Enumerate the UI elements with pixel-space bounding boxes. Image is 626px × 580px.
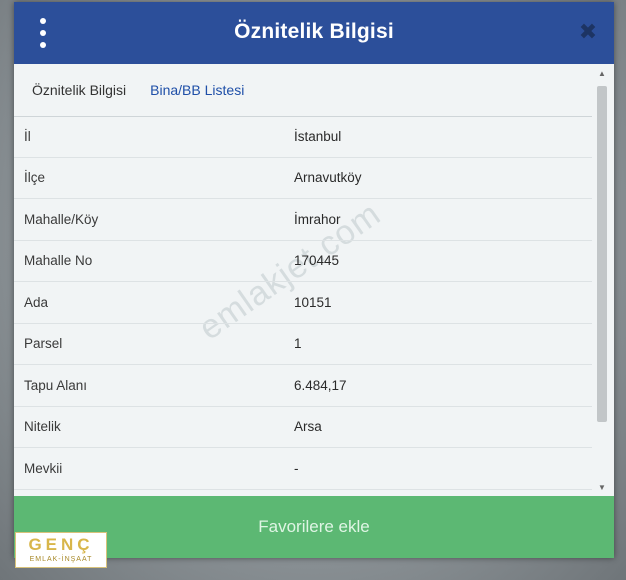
row-label: İlçe: [24, 170, 46, 186]
row-label: Mevkii: [24, 460, 63, 476]
table-row: İlçe Arnavutköy: [14, 158, 592, 199]
table-row: Ada 10151: [14, 282, 592, 324]
row-value: İstanbul: [294, 128, 342, 144]
row-value: Arsa: [294, 419, 322, 435]
scrollbar[interactable]: ▲ ▼: [594, 68, 610, 494]
row-value: -: [294, 460, 299, 476]
logo-sub-text: EMLAK-İNŞAAT: [29, 556, 93, 563]
row-label: Tapu Alanı: [24, 377, 88, 393]
attribute-table: İl İstanbul İlçe Arnavutköy Mahalle/Köy …: [14, 116, 592, 496]
logo-main-text: GENÇ: [28, 535, 94, 554]
table-row: Parsel 1: [14, 324, 592, 365]
row-value: 1: [294, 336, 302, 352]
row-label: Ada: [24, 294, 49, 310]
close-icon[interactable]: ✖: [576, 20, 600, 44]
scroll-down-arrow-icon[interactable]: ▼: [596, 482, 608, 494]
table-row: İl İstanbul: [14, 116, 592, 158]
row-value: 170445: [294, 253, 340, 269]
table-row: Mahalle/Köy İmrahor: [14, 199, 592, 241]
row-value: 6.484,17: [294, 377, 347, 393]
table-row: Tapu Alanı 6.484,17: [14, 365, 592, 407]
tab-bar: Öznitelik Bilgisi Bina/BB Listesi: [14, 64, 592, 117]
table-row: Nitelik Arsa: [14, 407, 592, 448]
table-row: Mevkii -: [14, 448, 592, 490]
row-value: Arnavutköy: [294, 170, 362, 186]
row-label: Nitelik: [24, 419, 61, 435]
tab-building-list[interactable]: Bina/BB Listesi: [138, 64, 256, 116]
company-logo: GENÇ EMLAK-İNŞAAT: [15, 532, 107, 568]
row-label: İl: [24, 128, 31, 144]
row-label: Mahalle/Köy: [24, 211, 99, 227]
attribute-info-dialog: Öznitelik Bilgisi ✖ Öznitelik Bilgisi Bi…: [14, 2, 614, 558]
tab-attribute-info[interactable]: Öznitelik Bilgisi: [20, 64, 138, 116]
scroll-thumb[interactable]: [597, 86, 607, 422]
row-label: Mahalle No: [24, 253, 93, 269]
row-label: Parsel: [24, 336, 63, 352]
dialog-header: Öznitelik Bilgisi ✖: [14, 2, 614, 64]
dialog-title: Öznitelik Bilgisi: [234, 20, 394, 43]
scroll-up-arrow-icon[interactable]: ▲: [596, 68, 608, 80]
table-row: Mahalle No 170445: [14, 241, 592, 282]
row-value: 10151: [294, 294, 332, 310]
row-value: İmrahor: [294, 211, 341, 227]
